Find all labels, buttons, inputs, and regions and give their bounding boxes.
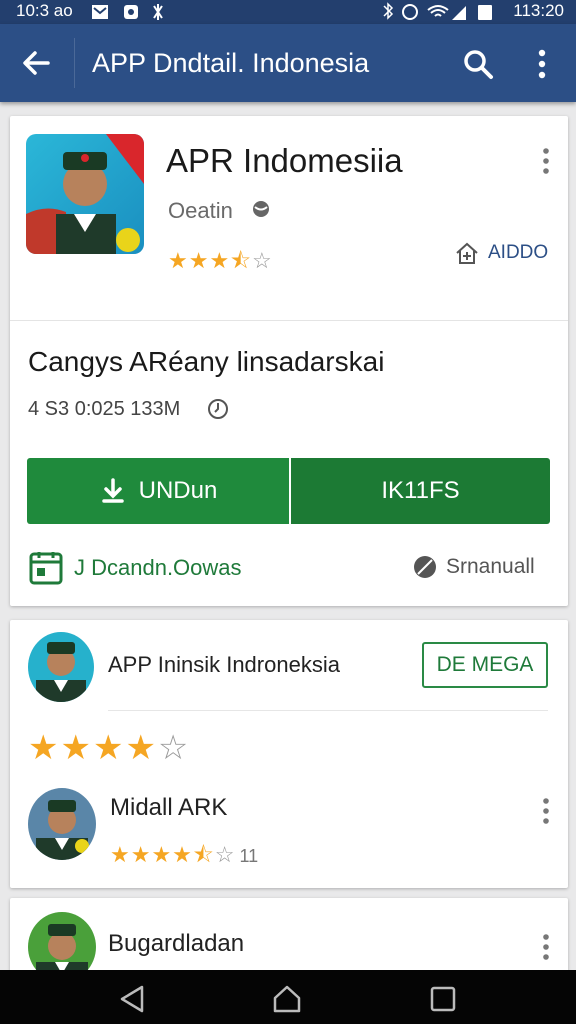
app-meta-info: 4 S3 0:025 133M <box>28 398 181 420</box>
back-arrow-icon[interactable] <box>20 46 54 80</box>
secondary-action-button[interactable]: IK11FS <box>291 458 550 524</box>
app-rating-stars: ★★★⯪☆ <box>168 248 273 273</box>
nav-back-icon[interactable] <box>118 984 148 1014</box>
reviewer-rating: ★★★★⯪☆ 11 <box>110 842 259 867</box>
list-item-card[interactable]: Bugardladan <box>10 898 568 982</box>
status-left-time: 10:3 ao <box>16 1 73 20</box>
reviewer-name: Midall ARK <box>110 794 228 821</box>
action-buttons: UNDun IK11FS <box>27 458 550 524</box>
nav-recents-icon[interactable] <box>428 984 458 1014</box>
review-menu-icon[interactable] <box>538 796 554 826</box>
status-time: 113:20 <box>513 1 564 20</box>
navigation-bar <box>0 970 576 1024</box>
reviewer-avatar <box>28 788 96 860</box>
secondary-action-label: IK11FS <box>381 477 460 504</box>
app-bar-divider <box>74 38 75 88</box>
app-bar: APP Dndtail. Indonesia <box>0 24 576 102</box>
reviewer-count: 11 <box>239 846 259 866</box>
home-plus-icon <box>456 242 478 264</box>
avatar <box>28 632 94 702</box>
leaf-icon <box>414 556 436 578</box>
app-card-menu-icon[interactable] <box>538 146 554 176</box>
calendar-icon <box>29 552 63 585</box>
download-icon <box>101 478 124 503</box>
add-wishlist-label: AIDDO <box>488 242 549 263</box>
list-item-menu-icon[interactable] <box>538 932 554 962</box>
footer-right-label: Srnanuall <box>446 555 535 578</box>
app-details-card: APR Indomesiia Oeatin ★★★⯪☆ AIDDO Cangys… <box>10 116 568 606</box>
footer-left-label: J Dcandn.Oowas <box>74 555 242 580</box>
install-button[interactable]: UNDun <box>27 458 289 524</box>
review-app-title: APP Ininsik Indroneksia <box>108 652 340 677</box>
list-item-name: Bugardladan <box>108 930 245 957</box>
install-label: UNDun <box>138 477 218 504</box>
demo-label: DE MEGA <box>436 653 534 676</box>
app-icon <box>26 134 144 254</box>
developer-name[interactable]: Oeatin <box>168 198 233 224</box>
review-divider <box>108 710 548 711</box>
verified-globe-icon <box>250 198 272 220</box>
search-icon[interactable] <box>462 48 494 80</box>
app-bar-title: APP Dndtail. Indonesia <box>92 48 370 78</box>
app-tagline: Cangys ARéany linsadarskai <box>28 346 385 377</box>
status-bar: 10:3 ao 113:20 <box>0 0 576 24</box>
add-wishlist-button[interactable]: AIDDO <box>454 238 548 268</box>
demo-button[interactable]: DE MEGA <box>422 642 548 688</box>
review-rating-stars[interactable]: ★★★★☆ <box>28 728 190 768</box>
overflow-menu-icon[interactable] <box>530 48 554 80</box>
card-divider <box>10 320 568 321</box>
review-card: APP Ininsik Indroneksia DE MEGA ★★★★☆ Mi… <box>10 620 568 888</box>
footer-left-link[interactable]: J Dcandn.Oowas <box>28 550 242 586</box>
app-name: APR Indomesiia <box>166 142 403 179</box>
clock-icon <box>206 397 230 421</box>
footer-right-link[interactable]: Srnanuall <box>412 554 535 580</box>
nav-home-icon[interactable] <box>272 984 302 1014</box>
